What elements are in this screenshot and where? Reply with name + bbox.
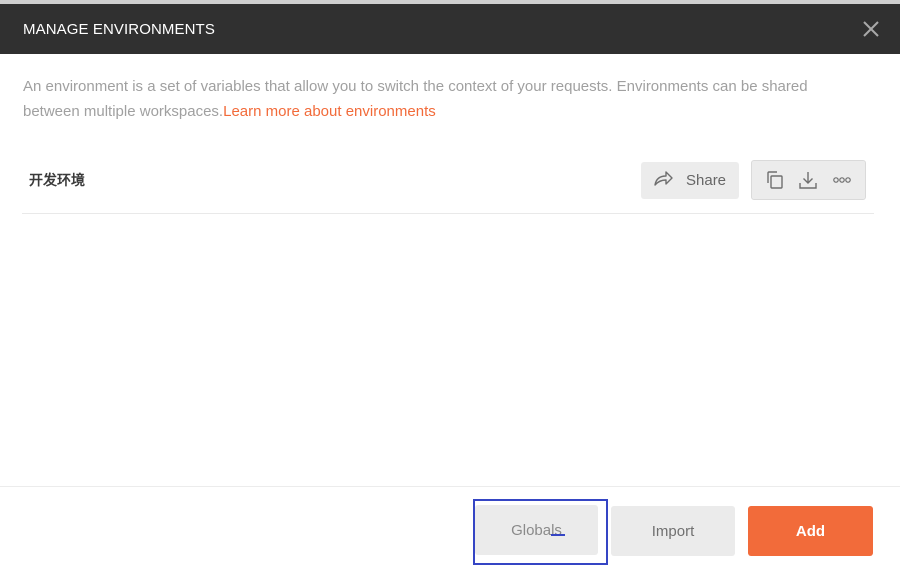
modal-header: MANAGE ENVIRONMENTS [0, 4, 900, 54]
add-button[interactable]: Add [748, 506, 873, 556]
import-button[interactable]: Import [611, 506, 735, 556]
share-arrow-icon [653, 169, 673, 192]
learn-more-link[interactable]: Learn more about environments [223, 103, 436, 120]
environment-actions [751, 160, 866, 200]
modal-title: MANAGE ENVIRONMENTS [23, 20, 215, 38]
share-button[interactable]: Share [641, 162, 739, 199]
environment-row: 开发环境 Share [22, 160, 874, 214]
globals-button[interactable]: Globals [475, 505, 598, 555]
environments-description: An environment is a set of variables tha… [23, 74, 868, 124]
environment-name[interactable]: 开发环境 [29, 160, 85, 200]
share-label: Share [686, 172, 727, 189]
more-icon[interactable] [828, 166, 856, 194]
close-icon[interactable] [860, 18, 882, 40]
duplicate-icon[interactable] [761, 166, 789, 194]
download-icon[interactable] [794, 166, 822, 194]
